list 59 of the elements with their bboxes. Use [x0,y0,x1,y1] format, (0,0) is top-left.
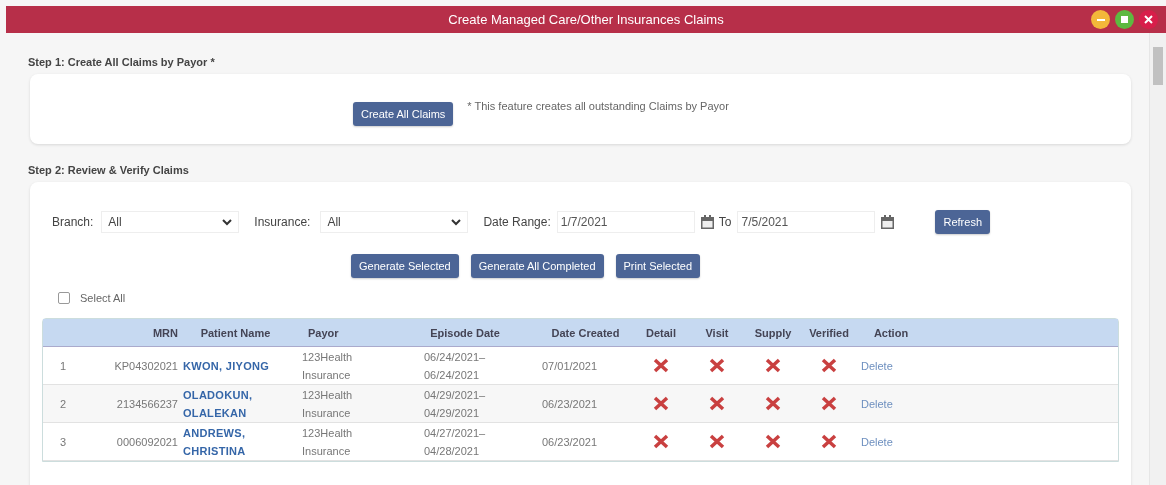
row-number: 1 [58,359,68,372]
insurance-dropdown[interactable]: All [320,211,469,233]
column-header: Verified [808,326,850,339]
date-from-field[interactable]: 1/7/2021 [556,211,695,233]
column-header: Visit [704,326,730,339]
branch-dropdown[interactable]: All [101,211,240,233]
column-header: Action [872,326,910,339]
table-cell-text: 123Health Insurance [301,349,354,383]
action-button[interactable]: Generate Selected [351,254,459,278]
select-all-label: Select All [80,292,126,304]
close-icon[interactable] [1144,15,1153,24]
action-button[interactable]: Generate All Completed [470,254,604,278]
table-cell-text: KP04302021 [113,359,178,372]
table-cell-text: 2134566237 [115,397,178,410]
table-cell-text: 07/01/2021 [541,359,599,372]
row-number: 3 [58,435,68,448]
calendar-icon[interactable] [700,215,714,229]
section-heading: Step 2: Review & Verify Claims [27,163,190,178]
table-cell-text: 06/23/2021 [541,435,599,448]
table-cell-text: 06/23/2021 [541,397,599,410]
column-header: Patient Name [199,326,272,339]
refresh-button[interactable]: Refresh [935,210,990,234]
date-range-label: Date Range: [483,215,551,229]
row-number: 2 [58,397,68,410]
note-text: * This feature creates all outstanding Claims by Payor [467,100,729,112]
column-header: MRN [151,326,178,339]
close-button[interactable] [1139,10,1158,29]
column-header: Date Created [550,326,621,339]
table-cell-text: 04/29/2021– 04/29/2021 [423,387,487,421]
delete-link[interactable]: Delete [857,359,921,372]
patient-link[interactable]: ANDREWS, CHRISTINA [178,423,288,460]
column-header: Detail [645,326,677,339]
table-cell-text: 06/24/2021– 06/24/2021 [423,349,487,383]
delete-link[interactable]: Delete [857,397,921,410]
column-header: Supply [753,326,793,339]
select-all-checkbox[interactable] [58,292,70,304]
branch-label: Branch: [52,215,94,229]
scrollbar[interactable] [1149,33,1166,485]
delete-link[interactable]: Delete [857,435,921,448]
maximize-button[interactable] [1115,10,1134,29]
date-to-field[interactable]: 7/5/2021 [737,211,876,233]
section-heading: Step 1: Create All Claims by Payor * [27,55,216,70]
minimize-button[interactable] [1091,10,1110,29]
chevron-icon[interactable] [451,218,462,226]
patient-link[interactable]: KWON, JIYONG [178,356,288,375]
insurance-label: Insurance: [254,215,311,229]
to-label: To [718,215,732,229]
window-title: Create Managed Care/Other Insurances Claims [448,12,724,27]
calendar-icon[interactable] [881,215,895,229]
create-all-claims-button[interactable]: Create All Claims [353,102,454,126]
table-cell-text: 123Health Insurance [301,425,354,459]
chevron-icon[interactable] [222,218,233,226]
table-cell-text: 04/27/2021– 04/28/2021 [423,425,487,459]
table-cell-text: 0006092021 [115,435,178,448]
patient-link[interactable]: OLADOKUN, OLALEKAN [178,385,288,422]
action-button[interactable]: Print Selected [615,254,700,278]
column-header: Payor [307,326,340,339]
column-header: Episode Date [429,326,501,339]
table-cell-text: 123Health Insurance [301,387,354,421]
